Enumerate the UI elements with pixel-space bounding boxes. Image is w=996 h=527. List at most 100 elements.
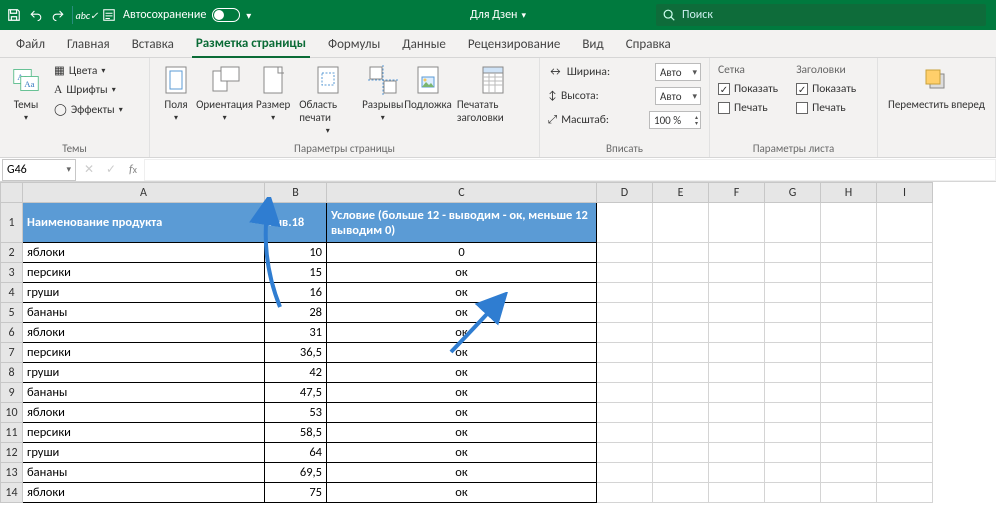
row-header[interactable]: 11 (1, 423, 23, 443)
cell[interactable] (597, 443, 653, 463)
cell[interactable] (877, 303, 933, 323)
cell[interactable] (765, 483, 821, 503)
cell[interactable] (653, 343, 709, 363)
fit-width-select[interactable]: Авто (655, 63, 701, 81)
cancel-icon[interactable]: ✕ (78, 162, 100, 177)
cell[interactable]: ок (327, 263, 597, 283)
cell[interactable] (597, 243, 653, 263)
cell[interactable] (709, 403, 765, 423)
row-header[interactable]: 12 (1, 443, 23, 463)
headings-view-checkbox[interactable]: ✓Показать (794, 81, 858, 97)
name-box[interactable]: G46▾ (2, 159, 76, 181)
cell[interactable] (821, 323, 877, 343)
cell[interactable] (709, 283, 765, 303)
cell[interactable]: 75 (265, 483, 327, 503)
column-header[interactable]: G (765, 183, 821, 203)
cell[interactable] (821, 303, 877, 323)
cell[interactable]: яблоки (23, 483, 265, 503)
cell[interactable]: бананы (23, 303, 265, 323)
cell[interactable]: 53 (265, 403, 327, 423)
cell[interactable]: 16 (265, 283, 327, 303)
cell[interactable]: персики (23, 423, 265, 443)
cell[interactable] (821, 363, 877, 383)
cell[interactable] (821, 243, 877, 263)
enter-icon[interactable]: ✓ (100, 162, 122, 177)
cell[interactable]: груши (23, 283, 265, 303)
cell[interactable]: ок (327, 383, 597, 403)
cell[interactable] (709, 343, 765, 363)
cell[interactable]: ок (327, 403, 597, 423)
column-header[interactable]: A (23, 183, 265, 203)
qat-customize-icon[interactable]: ▾ (246, 9, 251, 22)
print-titles-button[interactable]: Печатать заголовки (453, 62, 533, 126)
cell[interactable] (709, 363, 765, 383)
spellcheck-icon[interactable]: abc✓ (79, 7, 95, 23)
cell[interactable] (597, 323, 653, 343)
row-header[interactable]: 1 (1, 203, 23, 243)
cell[interactable]: бананы (23, 383, 265, 403)
cell[interactable] (709, 263, 765, 283)
cell[interactable] (709, 303, 765, 323)
column-header[interactable]: F (709, 183, 765, 203)
cell[interactable] (653, 263, 709, 283)
cell[interactable] (653, 323, 709, 343)
cell[interactable]: 0 (327, 243, 597, 263)
cell[interactable] (653, 383, 709, 403)
cell[interactable] (821, 443, 877, 463)
row-header[interactable]: 4 (1, 283, 23, 303)
cell[interactable] (597, 343, 653, 363)
column-header[interactable]: D (597, 183, 653, 203)
cell[interactable] (765, 283, 821, 303)
cell[interactable] (653, 403, 709, 423)
cell[interactable] (653, 363, 709, 383)
formula-input[interactable] (144, 159, 996, 181)
cell[interactable] (877, 323, 933, 343)
cell[interactable]: 47,5 (265, 383, 327, 403)
tab-page-layout[interactable]: Разметка страницы (192, 30, 310, 58)
cell[interactable] (877, 403, 933, 423)
tab-view[interactable]: Вид (578, 31, 607, 57)
row-header[interactable]: 9 (1, 383, 23, 403)
tab-home[interactable]: Главная (63, 31, 114, 57)
search-box[interactable]: Поиск (656, 4, 986, 26)
cell[interactable] (877, 443, 933, 463)
cell[interactable] (597, 363, 653, 383)
cell[interactable] (597, 303, 653, 323)
gridlines-view-checkbox[interactable]: ✓Показать (716, 81, 780, 97)
cell[interactable] (877, 203, 933, 243)
cell[interactable] (877, 263, 933, 283)
table-header[interactable]: Наименование продукта (23, 203, 265, 243)
cell[interactable]: 42 (265, 363, 327, 383)
autosave-toggle[interactable]: Автосохранение (123, 8, 240, 22)
tab-insert[interactable]: Вставка (128, 31, 178, 57)
cell[interactable] (821, 203, 877, 243)
row-header[interactable]: 10 (1, 403, 23, 423)
tab-file[interactable]: Файл (12, 31, 49, 57)
cell[interactable]: 58,5 (265, 423, 327, 443)
form-icon[interactable] (101, 7, 117, 23)
cell[interactable] (597, 423, 653, 443)
switch-off-icon[interactable] (212, 8, 240, 22)
cell[interactable]: ок (327, 443, 597, 463)
cell[interactable] (653, 243, 709, 263)
orientation-button[interactable]: Ориентация▾ (198, 62, 251, 125)
themes-button[interactable]: AaAa Темы ▾ (6, 62, 46, 125)
cell[interactable] (765, 263, 821, 283)
row-header[interactable]: 6 (1, 323, 23, 343)
cell[interactable]: 36,5 (265, 343, 327, 363)
cell[interactable] (709, 443, 765, 463)
cell[interactable]: ок (327, 423, 597, 443)
cell[interactable]: ок (327, 463, 597, 483)
cell[interactable] (597, 383, 653, 403)
cell[interactable] (877, 343, 933, 363)
cell[interactable]: яблоки (23, 323, 265, 343)
cell[interactable] (597, 283, 653, 303)
cell[interactable] (765, 203, 821, 243)
row-header[interactable]: 2 (1, 243, 23, 263)
cell[interactable]: яблоки (23, 403, 265, 423)
scale-spinner[interactable]: 100 % (649, 111, 701, 129)
cell[interactable]: ок (327, 363, 597, 383)
cell[interactable]: 10 (265, 243, 327, 263)
column-header[interactable]: E (653, 183, 709, 203)
gridlines-print-checkbox[interactable]: Печать (716, 100, 780, 116)
